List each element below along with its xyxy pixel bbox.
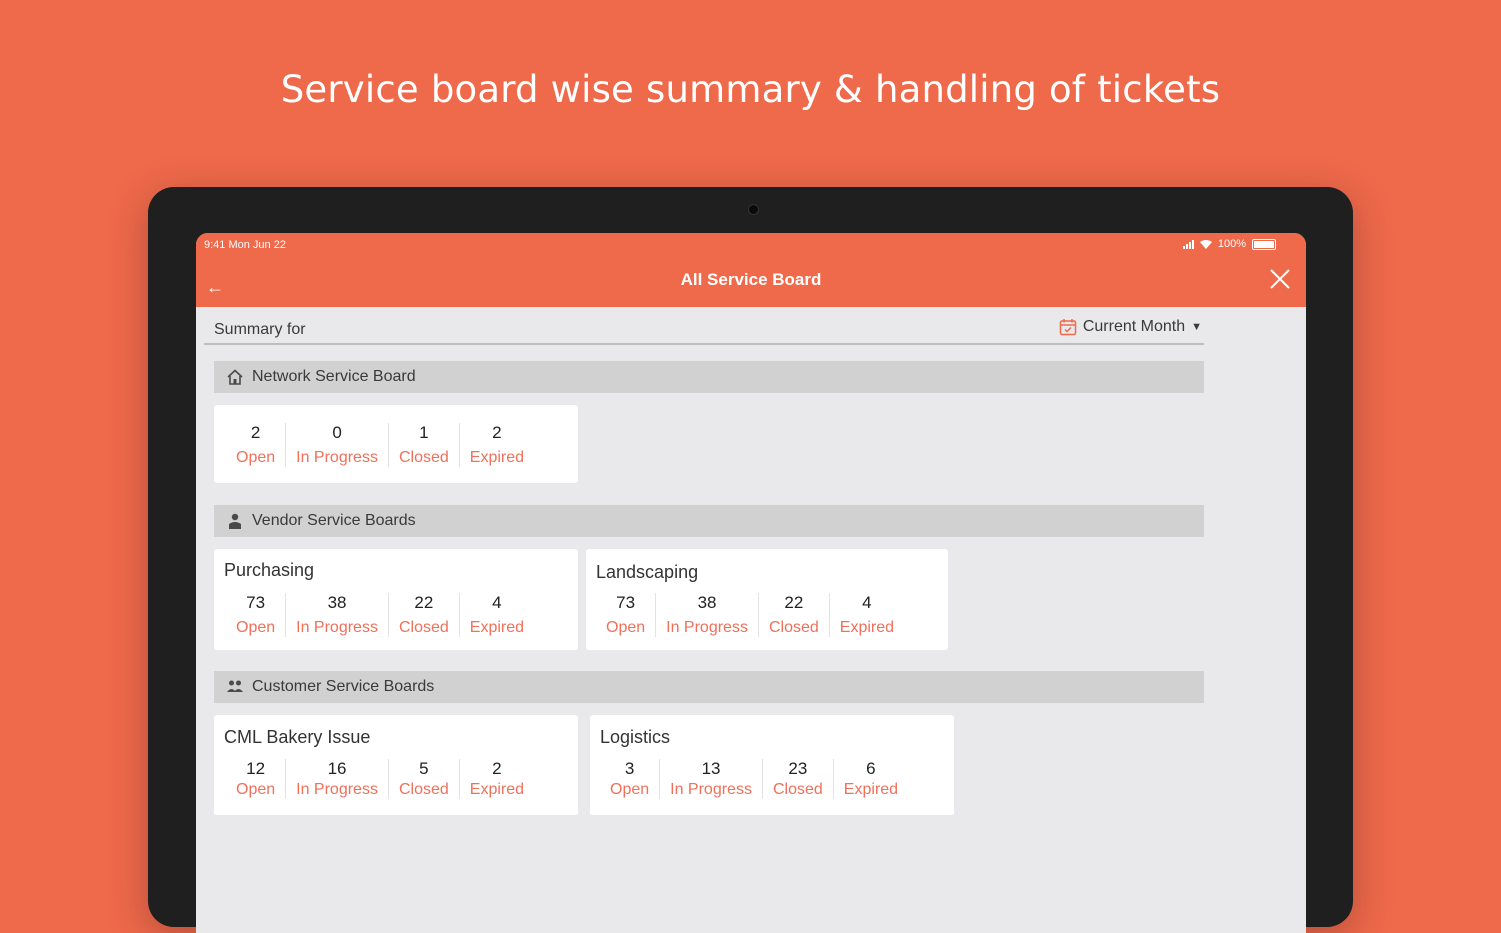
stat-in-progress[interactable]: 38 In Progress xyxy=(285,593,388,637)
app-screen: 9:41 Mon Jun 22 100% ← All Service Board… xyxy=(196,233,1306,933)
battery-icon xyxy=(1252,238,1276,250)
cml-bakery-stats: 12 Open 16 In Progress 5 Closed 2 Expired xyxy=(226,759,534,799)
camera-dot xyxy=(748,204,759,215)
stat-expired[interactable]: 6 Expired xyxy=(832,759,908,799)
status-time: 9:41 Mon Jun 22 xyxy=(204,239,286,251)
stat-expired[interactable]: 2 Expired xyxy=(458,423,534,467)
stat-closed[interactable]: 22 Closed xyxy=(757,593,829,637)
page-title: All Service Board xyxy=(680,270,822,289)
logistics-stats: 3 Open 13 In Progress 23 Closed 6 Expired xyxy=(600,759,908,799)
board-name: Logistics xyxy=(600,727,671,747)
card-landscaping[interactable]: Landscaping 73 Open 38 In Progress 22 Close… xyxy=(586,549,948,650)
vendor-icon xyxy=(229,513,241,529)
stat-closed[interactable]: 1 Closed xyxy=(387,423,459,467)
board-name: CML Bakery Issue xyxy=(224,727,371,747)
section-customer[interactable]: Customer Service Boards xyxy=(214,671,1204,703)
board-name: Landscaping xyxy=(596,562,699,582)
stat-open[interactable]: 3 Open xyxy=(600,759,659,799)
stat-open[interactable]: 2 Open xyxy=(226,423,285,467)
section-customer-title: Customer Service Boards xyxy=(252,678,435,695)
landscaping-stats: 73 Open 38 In Progress 22 Closed 4 Expired xyxy=(596,593,904,637)
stat-open[interactable]: 73 Open xyxy=(226,593,285,637)
section-vendor-title: Vendor Service Boards xyxy=(252,512,416,529)
period-selector[interactable]: Current Month ▼ xyxy=(1059,318,1202,336)
wifi-icon xyxy=(1199,239,1212,249)
headline: Service board wise summary & handling of… xyxy=(280,68,1221,111)
stat-open[interactable]: 12 Open xyxy=(226,759,285,799)
close-icon[interactable] xyxy=(1268,267,1292,291)
summary-label: Summary for xyxy=(214,321,306,338)
network-stats: 2 Open 0 In Progress 1 Closed 2 Expired xyxy=(226,423,534,467)
card-network[interactable]: 2 Open 0 In Progress 1 Closed 2 Expired xyxy=(214,405,578,483)
stat-in-progress[interactable]: 0 In Progress xyxy=(285,423,388,467)
stat-expired[interactable]: 4 Expired xyxy=(828,593,904,637)
customers-icon xyxy=(227,680,243,692)
home-icon xyxy=(227,369,243,385)
battery-percent: 100% xyxy=(1217,238,1246,250)
stat-closed[interactable]: 22 Closed xyxy=(387,593,459,637)
caret-down-icon: ▼ xyxy=(1191,321,1202,333)
section-network-title: Network Service Board xyxy=(252,368,416,385)
section-network[interactable]: Network Service Board xyxy=(214,361,1204,393)
stat-closed[interactable]: 5 Closed xyxy=(387,759,459,799)
app-bar: 9:41 Mon Jun 22 100% ← All Service Board xyxy=(196,233,1306,307)
purchasing-stats: 73 Open 38 In Progress 22 Closed 4 Expired xyxy=(226,593,534,637)
tablet-frame: 9:41 Mon Jun 22 100% ← All Service Board… xyxy=(148,187,1353,933)
stat-expired[interactable]: 2 Expired xyxy=(458,759,534,799)
stat-open[interactable]: 73 Open xyxy=(596,593,655,637)
board-name: Purchasing xyxy=(224,560,315,580)
card-logistics[interactable]: Logistics 3 Open 13 In Progress 23 Closed 6… xyxy=(590,715,954,815)
stat-in-progress[interactable]: 38 In Progress xyxy=(655,593,758,637)
signal-icon xyxy=(1182,239,1194,249)
card-purchasing[interactable]: Purchasing 73 Open 38 In Progress 22 Closed… xyxy=(214,549,578,650)
status-indicators: 100% xyxy=(1182,238,1276,250)
card-cml-bakery[interactable]: CML Bakery Issue 12 Open 16 In Progress 5C… xyxy=(214,715,578,815)
stat-closed[interactable]: 23 Closed xyxy=(761,759,833,799)
calendar-icon xyxy=(1059,319,1077,336)
section-vendor[interactable]: Vendor Service Boards xyxy=(214,505,1204,537)
stat-expired[interactable]: 4 Expired xyxy=(458,593,534,637)
period-value: Current Month xyxy=(1082,318,1186,335)
stat-in-progress[interactable]: 16 In Progress xyxy=(285,759,388,799)
summary-row: Summary for Current Month ▼ xyxy=(204,311,1204,345)
stat-in-progress[interactable]: 13 In Progress xyxy=(659,759,762,799)
